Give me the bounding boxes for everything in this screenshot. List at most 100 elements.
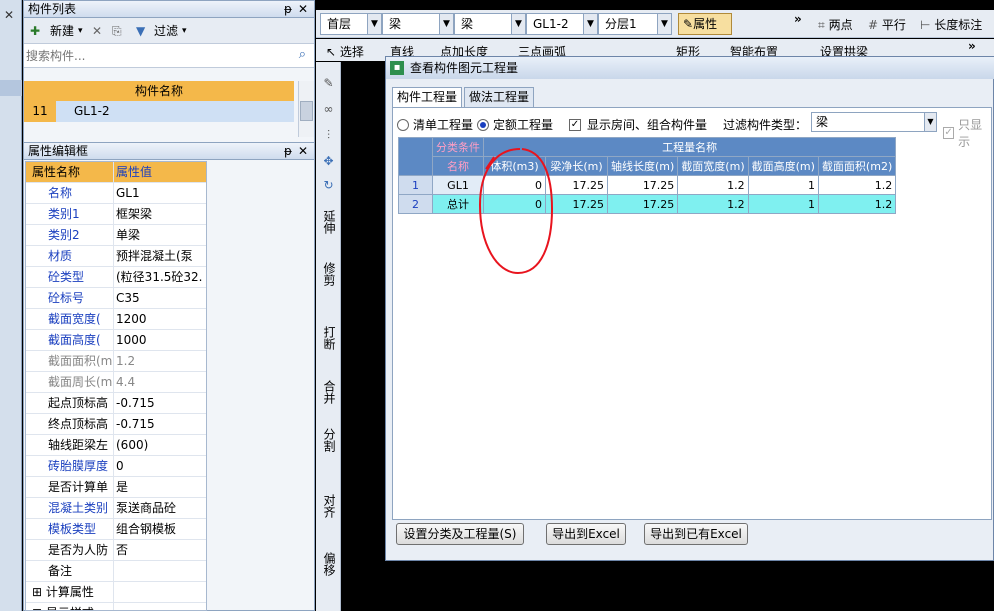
pencil-icon[interactable]: ✎ bbox=[318, 76, 339, 90]
property-row[interactable]: 起点顶标高 -0.715 bbox=[26, 393, 206, 414]
two-points-button[interactable]: ⌗ 两点 bbox=[818, 16, 853, 33]
more-icon[interactable]: » bbox=[794, 12, 802, 26]
property-row[interactable]: 截面周长(m 4.4 bbox=[26, 372, 206, 393]
property-value[interactable]: (粒径31.5砼32. bbox=[114, 267, 206, 287]
table-cell[interactable]: 1.2 bbox=[817, 194, 897, 214]
table-cell[interactable]: 1 bbox=[747, 194, 819, 214]
vertical-tool-0[interactable]: 延伸 bbox=[318, 210, 339, 234]
checkbox-disabled[interactable]: ✓ bbox=[943, 127, 955, 139]
column-header[interactable]: 轴线长度(m) bbox=[606, 156, 679, 176]
property-value[interactable] bbox=[114, 603, 206, 610]
property-row[interactable]: 是否计算单是 bbox=[26, 477, 206, 498]
more-icon[interactable]: » bbox=[968, 39, 976, 53]
type2-select[interactable]: 梁 ▼ bbox=[454, 13, 526, 35]
property-row[interactable]: 终点顶标高 -0.715 bbox=[26, 414, 206, 435]
table-row[interactable]: 1 GL1 0 17.25 17.25 1.2 1 1.2 bbox=[398, 175, 897, 195]
properties-button[interactable]: ✎属性 bbox=[678, 13, 732, 35]
close-icon[interactable]: ✕ bbox=[298, 1, 308, 18]
property-value[interactable]: C35 bbox=[114, 288, 206, 308]
list-scrollbar[interactable] bbox=[298, 81, 314, 137]
property-row[interactable]: 备注 bbox=[26, 561, 206, 582]
property-row[interactable]: ⊞ 计算属性 bbox=[26, 582, 206, 603]
property-value[interactable] bbox=[114, 582, 206, 602]
table-row[interactable]: 2 总计 0 17.25 17.25 1.2 1 1.2 bbox=[398, 194, 897, 214]
length-mark-button[interactable]: ⊢ 长度标注 bbox=[920, 16, 982, 33]
expand-icon[interactable]: ⊞ bbox=[32, 585, 46, 599]
property-value[interactable]: 1000 bbox=[114, 330, 206, 350]
link-icon[interactable]: ∞ bbox=[318, 102, 339, 116]
table-cell[interactable]: 17.25 bbox=[606, 175, 679, 195]
search-input[interactable] bbox=[26, 46, 286, 66]
expand-icon[interactable]: ⊞ bbox=[32, 606, 46, 610]
column-header[interactable]: 体积(m3) bbox=[483, 156, 546, 176]
property-row[interactable]: 模板类型 组合钢模板 bbox=[26, 519, 206, 540]
table-cell[interactable]: 17.25 bbox=[606, 194, 679, 214]
new-button[interactable]: 新建 bbox=[50, 20, 74, 42]
property-value[interactable]: 否 bbox=[114, 540, 206, 560]
tab-component-quantity[interactable]: 构件工程量 bbox=[392, 87, 462, 108]
show-room-checkbox[interactable]: ✓ 显示房间、组合构件量 bbox=[569, 116, 707, 133]
column-header[interactable]: 截面高度(m) bbox=[747, 156, 819, 176]
pin-icon[interactable]: ᵽ bbox=[284, 143, 292, 160]
layer-select[interactable]: 分层1 ▼ bbox=[598, 13, 672, 35]
radio-quota[interactable]: 定额工程量 bbox=[477, 116, 553, 133]
property-value[interactable]: -0.715 bbox=[114, 414, 206, 434]
table-cell[interactable]: 0 bbox=[483, 175, 546, 195]
property-row[interactable]: 截面宽度(1200 bbox=[26, 309, 206, 330]
vertical-tool-3[interactable]: 合并 bbox=[318, 380, 339, 404]
property-value[interactable]: 组合钢模板 bbox=[114, 519, 206, 539]
vertical-tool-6[interactable]: 偏移 bbox=[318, 552, 339, 576]
property-row[interactable]: 砼标号 C35 bbox=[26, 288, 206, 309]
select-button[interactable]: ↖ 选择 bbox=[326, 43, 364, 60]
checkbox-checked[interactable]: ✓ bbox=[569, 118, 581, 131]
property-row[interactable]: 材质 预拌混凝土(泵 bbox=[26, 246, 206, 267]
property-row[interactable]: 类别2 单梁 bbox=[26, 225, 206, 246]
table-cell[interactable]: 1 bbox=[747, 175, 819, 195]
property-row[interactable]: 截面面积(m 1.2 bbox=[26, 351, 206, 372]
close-icon[interactable]: ✕ bbox=[298, 143, 308, 160]
radio-bill[interactable]: 清单工程量 bbox=[397, 116, 473, 133]
tab-method-quantity[interactable]: 做法工程量 bbox=[464, 87, 534, 107]
property-row[interactable]: 是否为人防否 bbox=[26, 540, 206, 561]
table-cell[interactable]: 1.2 bbox=[677, 175, 749, 195]
property-row[interactable]: 截面高度(1000 bbox=[26, 330, 206, 351]
radio-circle[interactable] bbox=[397, 118, 409, 131]
table-cell[interactable]: 17.25 bbox=[545, 175, 608, 195]
property-value[interactable]: 框架梁 bbox=[114, 204, 206, 224]
type1-select[interactable]: 梁 ▼ bbox=[382, 13, 454, 35]
property-value[interactable]: 单梁 bbox=[114, 225, 206, 245]
property-value[interactable]: 预拌混凝土(泵 bbox=[114, 246, 206, 266]
vertical-tool-5[interactable]: 对齐 bbox=[318, 494, 339, 518]
property-row[interactable]: 类别1 框架梁 bbox=[26, 204, 206, 225]
filter-button[interactable]: 过滤 bbox=[154, 20, 178, 42]
property-value[interactable]: 泵送商品砼 bbox=[114, 498, 206, 518]
only-show-checkbox[interactable]: ✓ 只显示 bbox=[943, 116, 991, 150]
property-value[interactable]: -0.715 bbox=[114, 393, 206, 413]
table-cell[interactable]: 1.2 bbox=[677, 194, 749, 214]
property-row[interactable]: 轴线距梁左 (600) bbox=[26, 435, 206, 456]
copy-icon[interactable]: ⎘ bbox=[112, 20, 122, 42]
rotate-icon[interactable]: ↻ bbox=[318, 178, 339, 192]
table-cell[interactable]: 17.25 bbox=[545, 194, 608, 214]
close-icon[interactable]: ✕ bbox=[4, 8, 14, 22]
delete-icon[interactable]: ✕ bbox=[92, 20, 102, 42]
property-row[interactable]: 混凝土类别 泵送商品砼 bbox=[26, 498, 206, 519]
vertical-tool-2[interactable]: 打断 bbox=[318, 326, 339, 350]
property-row[interactable]: 名称 GL1 bbox=[26, 183, 206, 204]
vertical-tool-1[interactable]: 修剪 bbox=[318, 262, 339, 286]
property-value[interactable]: 1200 bbox=[114, 309, 206, 329]
pin-icon[interactable]: ᵽ bbox=[284, 1, 292, 18]
radio-circle-selected[interactable] bbox=[477, 118, 489, 131]
property-value[interactable]: 1.2 bbox=[114, 351, 206, 371]
table-cell[interactable]: 0 bbox=[483, 194, 546, 214]
filter-type-select[interactable]: 梁 ▼ bbox=[811, 112, 937, 132]
component-select[interactable]: GL1-2 ▼ bbox=[526, 13, 598, 35]
chevron-down-icon[interactable]: ▾ bbox=[182, 20, 187, 42]
property-value[interactable]: GL1 bbox=[114, 183, 206, 203]
setup-category-button[interactable]: 设置分类及工程量(S) bbox=[396, 523, 524, 545]
search-icon[interactable]: ⌕ bbox=[299, 47, 306, 62]
parallel-button[interactable]: # 平行 bbox=[868, 16, 906, 33]
property-value[interactable] bbox=[114, 561, 206, 581]
property-value[interactable]: 4.4 bbox=[114, 372, 206, 392]
floor-select[interactable]: 首层 ▼ bbox=[320, 13, 382, 35]
